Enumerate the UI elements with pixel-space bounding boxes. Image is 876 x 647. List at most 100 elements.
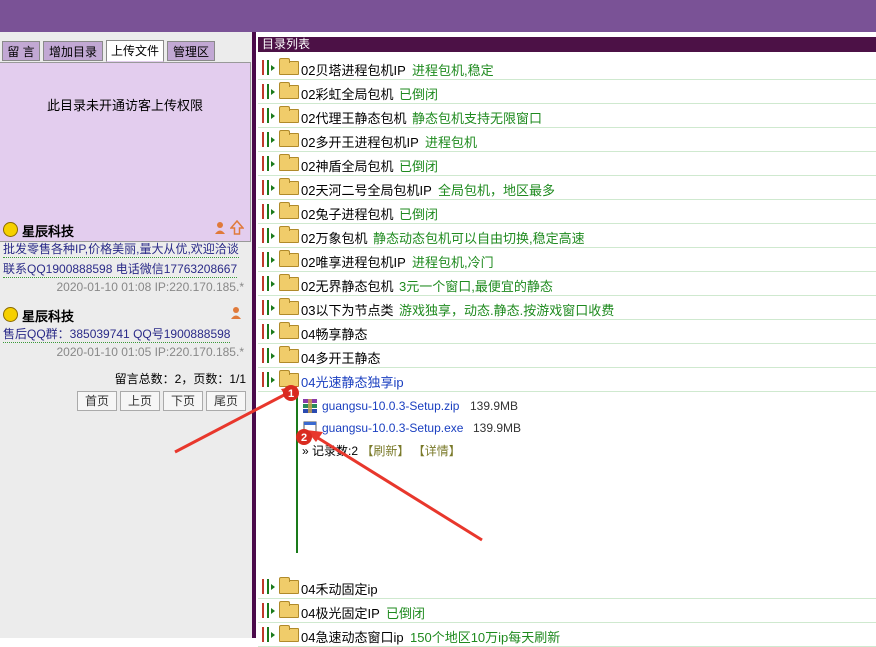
post-line: 批发零售各种IP,价格美丽,量大从优,欢迎洽谈 <box>3 242 239 258</box>
directory-row[interactable]: 04多开王静态 <box>258 344 876 368</box>
tree-branch-icon <box>262 603 275 618</box>
smiley-icon <box>3 307 18 322</box>
directory-description: 静态动态包机可以自由切换,稳定高速 <box>373 231 585 246</box>
directory-row[interactable]: 04极光固定IP 已倒闭 <box>258 599 876 623</box>
directory-row[interactable]: 02无界静态包机 3元一个窗口,最便宜的静态 <box>258 272 876 296</box>
file-link[interactable]: guangsu-10.0.3-Setup.exe <box>322 421 463 435</box>
post-meta: 2020-01-10 01:05 IP:220.170.185.* <box>56 345 245 359</box>
directory-row[interactable]: 02万象包机 静态动态包机可以自由切换,稳定高速 <box>258 224 876 248</box>
directory-row[interactable]: 02多开王进程包机IP 进程包机 <box>258 128 876 152</box>
tab-message[interactable]: 留 言 <box>2 41 40 61</box>
folder-icon <box>279 106 299 123</box>
directory-name[interactable]: 03以下为节点类 <box>301 300 393 319</box>
directory-description: 进程包机,稳定 <box>412 63 494 78</box>
tree-branch-icon <box>262 108 275 123</box>
directory-name[interactable]: 02多开王进程包机IP <box>301 132 419 151</box>
upload-notice: 此目录未开通访客上传权限 <box>46 98 203 113</box>
file-size: 139.9MB <box>473 421 522 435</box>
archive-icon <box>303 399 317 413</box>
folder-icon <box>279 322 299 339</box>
tree-branch-icon <box>262 228 275 243</box>
tree-branch-icon <box>262 300 275 315</box>
directory-name[interactable]: 04多开王静态 <box>301 348 380 367</box>
panel-divider <box>252 32 256 638</box>
tree-branch-icon <box>262 348 275 363</box>
tree-branch-icon <box>262 204 275 219</box>
tab-add-directory[interactable]: 增加目录 <box>43 41 103 61</box>
directory-name[interactable]: 04畅享静态 <box>301 324 367 343</box>
message-stats: 留言总数：2，页数：1/1 <box>114 372 246 386</box>
tree-branch-icon <box>262 372 275 387</box>
tab-admin[interactable]: 管理区 <box>167 41 215 61</box>
directory-row[interactable]: 04光速静态独享ip <box>258 368 876 392</box>
directory-row[interactable]: 04禾动固定ip <box>258 575 876 599</box>
folder-icon <box>279 601 299 618</box>
directory-row[interactable]: 04急速动态窗口ip 150个地区10万ip每天刷新 <box>258 623 876 647</box>
folder-icon <box>279 82 299 99</box>
tree-branch-icon <box>262 276 275 291</box>
directory-name[interactable]: 02万象包机 <box>301 228 367 247</box>
directory-name[interactable]: 02贝塔进程包机IP <box>301 60 406 79</box>
details-link[interactable]: 【详情】 <box>413 444 461 458</box>
directory-row[interactable]: 02彩虹全局包机 已倒闭 <box>258 80 876 104</box>
directory-description: 已倒闭 <box>399 87 439 102</box>
tab-bar: 留 言 增加目录 上传文件 管理区 <box>0 32 252 62</box>
directory-name[interactable]: 02兔子进程包机 <box>301 204 393 223</box>
folder-icon <box>279 625 299 642</box>
directory-name[interactable]: 04极光固定IP <box>301 603 380 622</box>
directory-name[interactable]: 04急速动态窗口ip <box>301 627 404 646</box>
tab-upload-file[interactable]: 上传文件 <box>106 40 164 62</box>
directory-name[interactable]: 02神盾全局包机 <box>301 156 393 175</box>
directory-name[interactable]: 04禾动固定ip <box>301 579 378 598</box>
tree-line <box>296 393 298 553</box>
directory-row[interactable]: 04畅享静态 <box>258 320 876 344</box>
directory-row[interactable]: 02贝塔进程包机IP 进程包机,稳定 <box>258 56 876 80</box>
directory-description: 进程包机,冷门 <box>412 255 494 270</box>
user-icon[interactable] <box>230 306 242 320</box>
directory-name[interactable]: 04光速静态独享ip <box>301 372 404 391</box>
next-page-button[interactable]: 下页 <box>163 391 203 411</box>
first-page-button[interactable]: 首页 <box>77 391 117 411</box>
directory-header: 目录列表 <box>258 37 876 52</box>
directory-row[interactable]: 02神盾全局包机 已倒闭 <box>258 152 876 176</box>
directory-name[interactable]: 02彩虹全局包机 <box>301 84 393 103</box>
directory-row[interactable]: 02天河二号全局包机IP 全局包机，地区最多 <box>258 176 876 200</box>
post-line: 联系QQ1900888598 电话微信17763208667 <box>3 262 238 278</box>
tree-branch-icon <box>262 324 275 339</box>
folder-icon <box>279 577 299 594</box>
directory-row[interactable]: 02唯享进程包机IP 进程包机,冷门 <box>258 248 876 272</box>
folder-icon <box>279 298 299 315</box>
directory-row[interactable]: 03以下为节点类 游戏独享，动态.静态.按游戏窗口收费 <box>258 296 876 320</box>
file-link[interactable]: guangsu-10.0.3-Setup.zip <box>322 399 459 413</box>
tree-branch-icon <box>262 627 275 642</box>
exe-icon <box>303 421 317 435</box>
directory-description: 静态包机支持无限窗口 <box>412 111 543 126</box>
reply-up-icon[interactable] <box>230 220 244 235</box>
records-count: 记录数:2 <box>312 444 359 458</box>
directory-name[interactable]: 02唯享进程包机IP <box>301 252 406 271</box>
forward-icon: » <box>302 444 309 458</box>
folder-icon <box>279 370 299 387</box>
tree-branch-icon <box>262 156 275 171</box>
folder-icon <box>279 250 299 267</box>
directory-row[interactable]: 02代理王静态包机 静态包机支持无限窗口 <box>258 104 876 128</box>
folder-icon <box>279 58 299 75</box>
directory-name[interactable]: 02代理王静态包机 <box>301 108 406 127</box>
directory-name[interactable]: 02无界静态包机 <box>301 276 393 295</box>
last-page-button[interactable]: 尾页 <box>206 391 246 411</box>
prev-page-button[interactable]: 上页 <box>120 391 160 411</box>
tree-branch-icon <box>262 579 275 594</box>
refresh-link[interactable]: 【刷新】 <box>361 444 409 458</box>
tree-branch-icon <box>262 180 275 195</box>
folder-icon <box>279 274 299 291</box>
directory-row[interactable]: 02兔子进程包机 已倒闭 <box>258 200 876 224</box>
top-banner <box>0 0 876 32</box>
directory-name[interactable]: 02天河二号全局包机IP <box>301 180 432 199</box>
user-icon[interactable] <box>214 221 226 235</box>
directory-description: 150个地区10万ip每天刷新 <box>410 630 561 645</box>
directory-description: 游戏独享，动态.静态.按游戏窗口收费 <box>399 303 615 318</box>
directory-description: 进程包机 <box>425 135 478 150</box>
smiley-icon <box>3 222 18 237</box>
folder-icon <box>279 130 299 147</box>
upload-panel: 此目录未开通访客上传权限 <box>0 62 251 242</box>
